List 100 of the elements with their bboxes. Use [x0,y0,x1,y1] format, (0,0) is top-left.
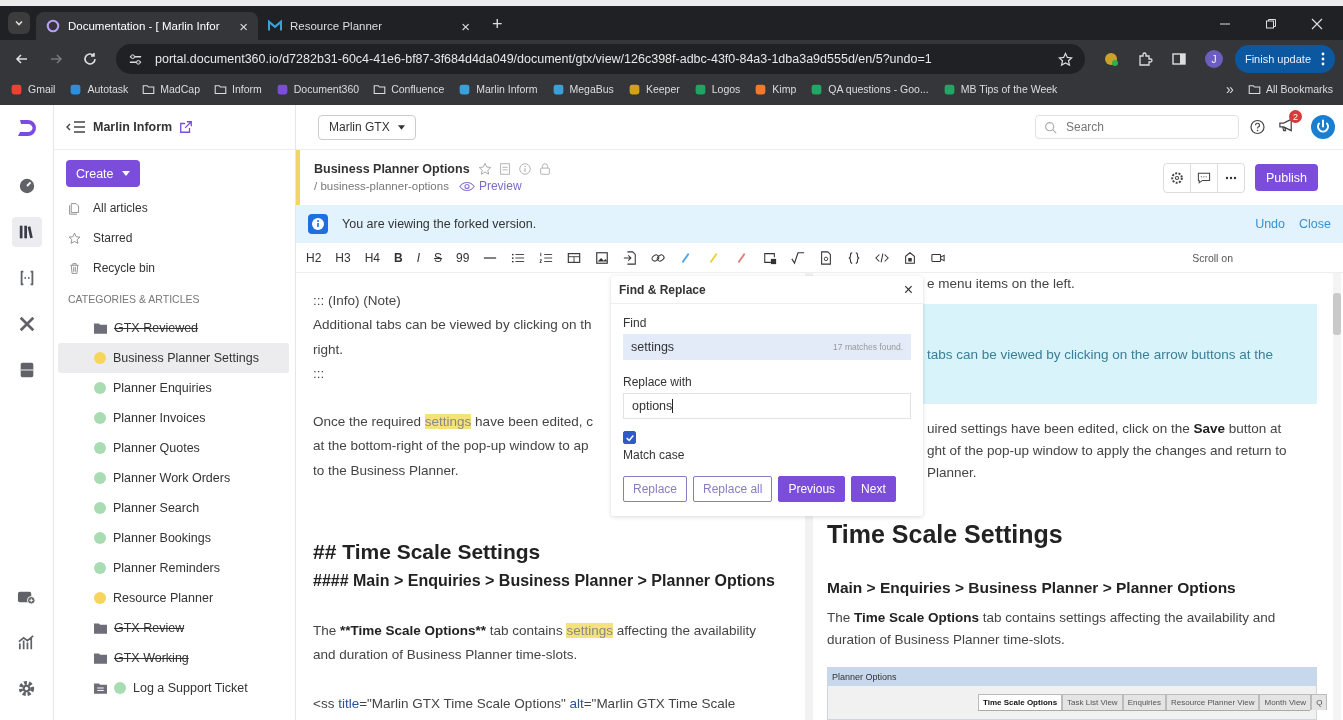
tree-item[interactable]: GTX Reviewed [58,313,289,343]
bookmark[interactable]: Autotask [69,82,129,96]
dialog-button[interactable]: Previous [778,476,846,502]
square-root-icon[interactable] [791,250,806,265]
template-icon[interactable] [903,250,918,265]
replace-field[interactable]: options [623,393,911,419]
match-count: 17 matches found. [833,342,903,352]
preview-text: uired settings have been edited, click on the Save button at [927,420,1282,438]
bookmark[interactable]: Confluence [373,82,445,96]
markdown-line: ## Time Scale Settings [313,539,541,566]
dialog-button[interactable]: Replace [623,476,688,502]
format-button[interactable]: H3 [335,250,351,265]
megaphone-icon[interactable] [1278,117,1295,133]
tree-item[interactable]: Resource Planner [58,583,289,613]
table-icon[interactable] [567,250,582,265]
profile-avatar[interactable]: J [1204,50,1223,68]
find-field[interactable]: settings 17 matches found. [623,334,911,360]
numbered-list-icon[interactable] [539,250,554,265]
tree-item[interactable]: GTX Review [58,613,289,643]
format-button[interactable]: H2 [306,250,322,265]
dialog-button[interactable]: Replace all [693,476,773,502]
tree-item[interactable]: Planner Reminders [58,553,289,583]
finish-update-button[interactable]: Finish update [1234,45,1335,73]
version-dropdown[interactable]: Marlin GTX [318,114,416,140]
close-tab-button[interactable]: × [239,17,248,35]
preview-text: ght of the pop-up window to apply the changes and return to [927,442,1287,460]
format-button[interactable]: 99 [456,250,470,265]
match-case-checkbox[interactable] [623,431,636,444]
bookmark[interactable]: Keeper [627,82,680,96]
address-bar[interactable]: portal.document360.io/d7282b31-60c4-41e6-bf87-3f684d4da049/document/gtx/view/126c398f-adbc-43f0-84a3-1dba3a9d555d/en/5?undo=1 [116,44,1085,74]
braces-icon[interactable] [847,250,862,265]
tree-item[interactable]: Log a Support Ticket [58,673,289,703]
external-link-icon[interactable] [179,120,194,134]
dashboard-icon [17,177,36,195]
bookmark[interactable]: Gmail [10,82,56,96]
restore-icon[interactable] [1265,18,1277,30]
file-search-icon[interactable] [819,250,834,265]
star-icon[interactable] [477,162,492,176]
all-bookmarks-button[interactable]: All Bookmarks [1247,82,1333,96]
private-block-icon[interactable] [763,250,778,265]
tree-item[interactable]: Planner Enquiries [58,373,289,403]
folder-icon [214,82,227,96]
tab-list-button[interactable] [8,12,30,34]
power-icon[interactable] [1311,115,1335,139]
side-panel-icon[interactable] [1170,51,1187,67]
collapse-menu-icon[interactable] [66,120,86,134]
analytics-icon[interactable] [17,633,36,652]
folder-icon [94,682,107,694]
bookmark[interactable]: MegaBus [551,82,614,96]
rail-item[interactable] [11,217,42,247]
article-slug: / business-planner-options [314,180,449,192]
bookmark[interactable]: Document360 [275,82,360,96]
format-button[interactable]: H4 [364,250,381,265]
nav-item[interactable]: Recycle bin [58,253,289,283]
bookmark[interactable]: MadCap [142,82,200,96]
bookmark[interactable]: Inform [214,82,262,96]
bookmark[interactable]: Logos [693,82,741,96]
site-icon [458,82,472,96]
tree-item[interactable]: Planner Invoices [58,403,289,433]
scroll-sync-toggle[interactable]: Scroll on [1192,251,1233,264]
tree-item[interactable]: Planner Bookings [58,523,289,553]
bookmark[interactable]: QA questions - Goo... [810,82,929,96]
create-button[interactable]: Create [66,160,140,187]
close-button[interactable]: × [903,280,913,299]
search-field[interactable]: Search [1035,115,1239,139]
field-label: Find [623,316,647,330]
publish-button[interactable]: Publish [1255,164,1318,191]
preview-link[interactable]: Preview [458,179,522,193]
site-settings-icon[interactable] [128,51,143,67]
format-button[interactable]: S [434,250,443,265]
reload-icon[interactable] [82,51,98,67]
puzzle-icon[interactable] [1136,51,1153,67]
tree-item[interactable]: Planner Work Orders [58,463,289,493]
caret-icon [121,171,130,176]
nav-item[interactable]: All articles [58,193,289,223]
folder-icon [373,82,387,96]
tree-item[interactable]: Planner Quotes [58,433,289,463]
format-button[interactable]: B [394,250,403,265]
close-tab-button[interactable]: × [461,17,470,35]
format-button[interactable]: I [416,250,421,265]
extension-icon[interactable] [1102,51,1119,67]
bookmark[interactable]: Marlin Inform [458,82,538,96]
browser-tab[interactable]: Documentation - [ Marlin Infor × [36,12,258,40]
bookmark[interactable]: MB Tips of the Week [942,82,1058,96]
settings-icon[interactable] [17,679,36,698]
new-tab-button[interactable]: + [492,14,503,35]
close-icon[interactable] [1311,18,1323,30]
bookmark[interactable]: Kimp [754,82,797,96]
tree-item[interactable]: GTX Working [58,643,289,673]
tree-item[interactable]: Business Planner Settings [58,343,289,373]
caret-icon [397,124,405,130]
image-icon[interactable] [595,250,610,265]
help-icon[interactable] [1249,119,1266,135]
insert-file-icon[interactable] [623,250,638,265]
tree-item[interactable]: Planner Search [58,493,289,523]
scrollbar-thumb[interactable] [1333,293,1341,335]
browser-tab[interactable]: Resource Planner × [258,12,480,40]
more-bookmarks-button[interactable]: » [1226,81,1234,97]
nav-item[interactable]: Starred [58,223,289,253]
dialog-button[interactable]: Next [851,476,896,502]
